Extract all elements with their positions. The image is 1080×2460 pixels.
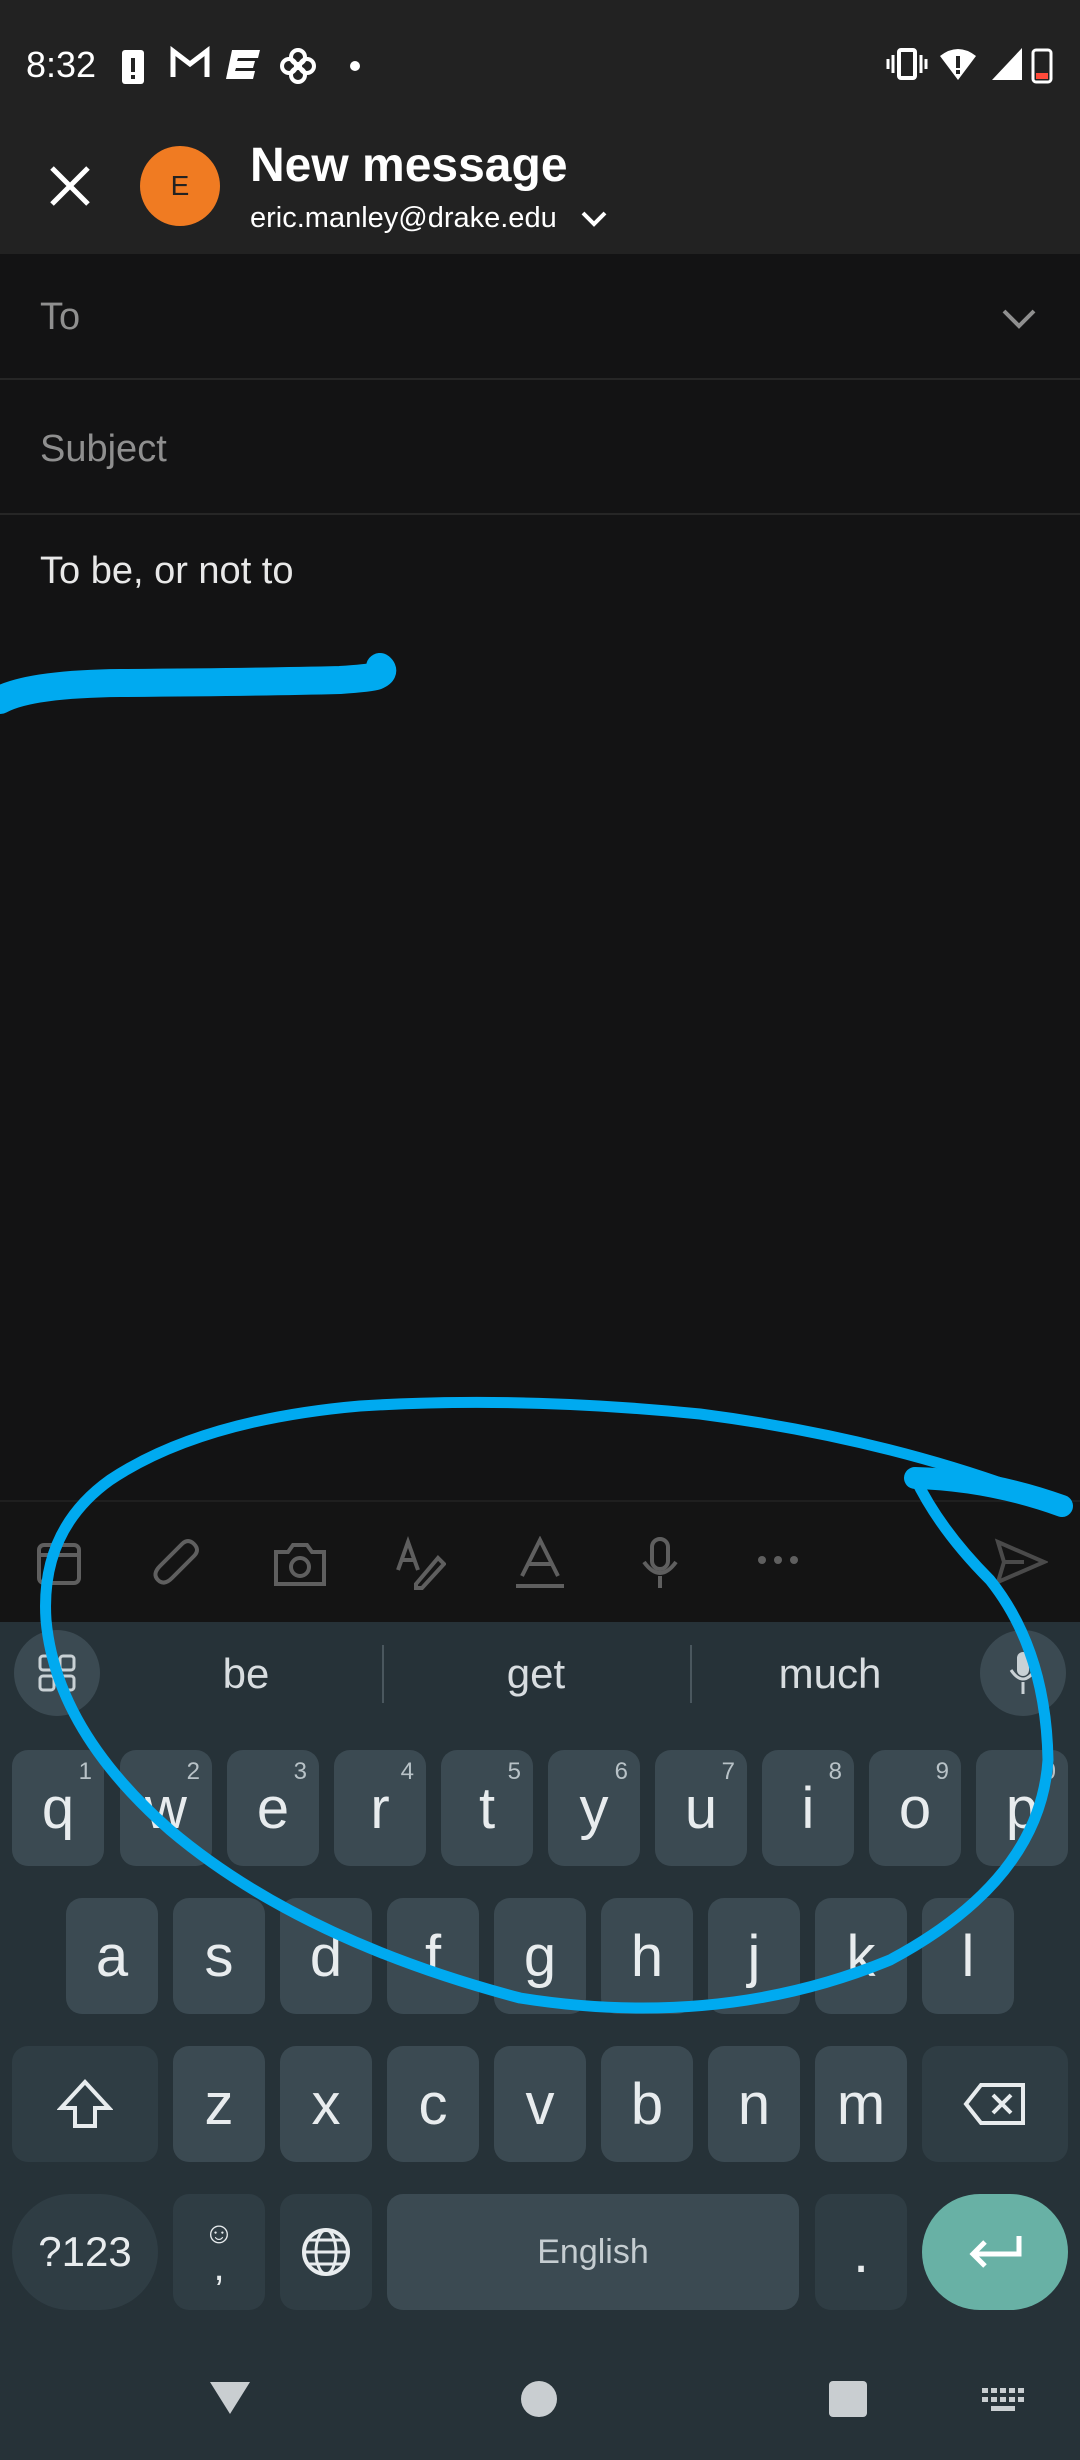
vibrate-icon: [886, 48, 928, 80]
more-options-icon[interactable]: [756, 1552, 800, 1568]
espn-icon: [226, 50, 260, 79]
cell-signal-icon: [992, 48, 1022, 80]
key-d[interactable]: d: [280, 1898, 372, 2014]
key-v[interactable]: v: [494, 2046, 586, 2162]
shift-icon: [57, 2079, 113, 2128]
divider: [0, 513, 1080, 515]
avatar: E: [140, 146, 220, 226]
key-o[interactable]: o9: [869, 1750, 961, 1866]
key-e[interactable]: e3: [227, 1750, 319, 1866]
annotation-underline: [0, 653, 396, 714]
key-s[interactable]: s: [173, 1898, 265, 2014]
pinwheel-icon: [280, 48, 316, 84]
symbols-key[interactable]: ?123: [12, 2194, 158, 2310]
suggestion-1[interactable]: be: [116, 1650, 376, 1698]
key-w[interactable]: w2: [120, 1750, 212, 1866]
status-time: 8:32: [26, 44, 97, 85]
chevron-down-icon: [581, 211, 607, 228]
key-f[interactable]: f: [387, 1898, 479, 2014]
key-t[interactable]: t5: [441, 1750, 533, 1866]
back-icon[interactable]: [208, 2380, 252, 2416]
subject-field[interactable]: Subject: [40, 428, 167, 471]
key-y[interactable]: y6: [548, 1750, 640, 1866]
recents-icon[interactable]: [828, 2380, 868, 2418]
enter-key[interactable]: [922, 2194, 1068, 2310]
to-field[interactable]: To: [40, 296, 80, 339]
chevron-down-icon[interactable]: [1002, 308, 1036, 330]
format-text-icon[interactable]: [514, 1536, 566, 1590]
send-icon[interactable]: [994, 1538, 1048, 1586]
shift-key[interactable]: [12, 2046, 158, 2162]
camera-icon[interactable]: [272, 1540, 328, 1588]
key-m[interactable]: m: [815, 2046, 907, 2162]
more-notifications-dot: [350, 61, 360, 71]
key-i[interactable]: i8: [762, 1750, 854, 1866]
wifi-icon: [940, 49, 976, 80]
suggestion-2[interactable]: get: [406, 1650, 666, 1698]
microphone-icon[interactable]: [640, 1536, 680, 1592]
divider: [690, 1645, 692, 1703]
language-key[interactable]: [280, 2194, 372, 2310]
keyboard-switch-icon[interactable]: [982, 2388, 1024, 2412]
battery-icon: [1031, 48, 1053, 84]
key-u[interactable]: u7: [655, 1750, 747, 1866]
home-icon[interactable]: [520, 2380, 558, 2418]
key-z[interactable]: z: [173, 2046, 265, 2162]
key-q[interactable]: q1: [12, 1750, 104, 1866]
key-l[interactable]: l: [922, 1898, 1014, 2014]
key-x[interactable]: x: [280, 2046, 372, 2162]
key-p[interactable]: p0: [976, 1750, 1068, 1866]
keyboard-menu-button[interactable]: [14, 1630, 100, 1716]
key-c[interactable]: c: [387, 2046, 479, 2162]
globe-icon: [302, 2228, 350, 2276]
voice-input-button[interactable]: [980, 1630, 1066, 1716]
key-r[interactable]: r4: [334, 1750, 426, 1866]
divider: [0, 378, 1080, 380]
suggestion-3[interactable]: much: [700, 1650, 960, 1698]
key-j[interactable]: j: [708, 1898, 800, 2014]
emoji-comma-key[interactable]: ☺ ,: [173, 2194, 265, 2310]
page-title: New message: [250, 139, 568, 192]
period-key[interactable]: .: [815, 2194, 907, 2310]
divider: [382, 1645, 384, 1703]
battery-alert-icon: [122, 50, 144, 84]
key-k[interactable]: k: [815, 1898, 907, 2014]
gmail-icon: [170, 46, 210, 77]
message-body[interactable]: To be, or not to: [40, 550, 294, 593]
key-h[interactable]: h: [601, 1898, 693, 2014]
space-key[interactable]: English: [387, 2194, 799, 2310]
key-g[interactable]: g: [494, 1898, 586, 2014]
signature-icon[interactable]: [394, 1536, 446, 1590]
apps-grid-icon: [38, 1654, 76, 1692]
enter-icon: [969, 2236, 1022, 2268]
backspace-key[interactable]: [922, 2046, 1068, 2162]
key-a[interactable]: a: [66, 1898, 158, 2014]
account-selector[interactable]: eric.manley@drake.edu: [250, 202, 607, 235]
account-email: eric.manley@drake.edu: [250, 202, 557, 234]
key-n[interactable]: n: [708, 2046, 800, 2162]
microphone-icon: [1009, 1652, 1037, 1694]
close-icon[interactable]: [48, 164, 92, 208]
attach-icon[interactable]: [152, 1538, 206, 1592]
key-b[interactable]: b: [601, 2046, 693, 2162]
backspace-icon: [963, 2083, 1025, 2125]
calendar-icon[interactable]: [34, 1538, 84, 1588]
